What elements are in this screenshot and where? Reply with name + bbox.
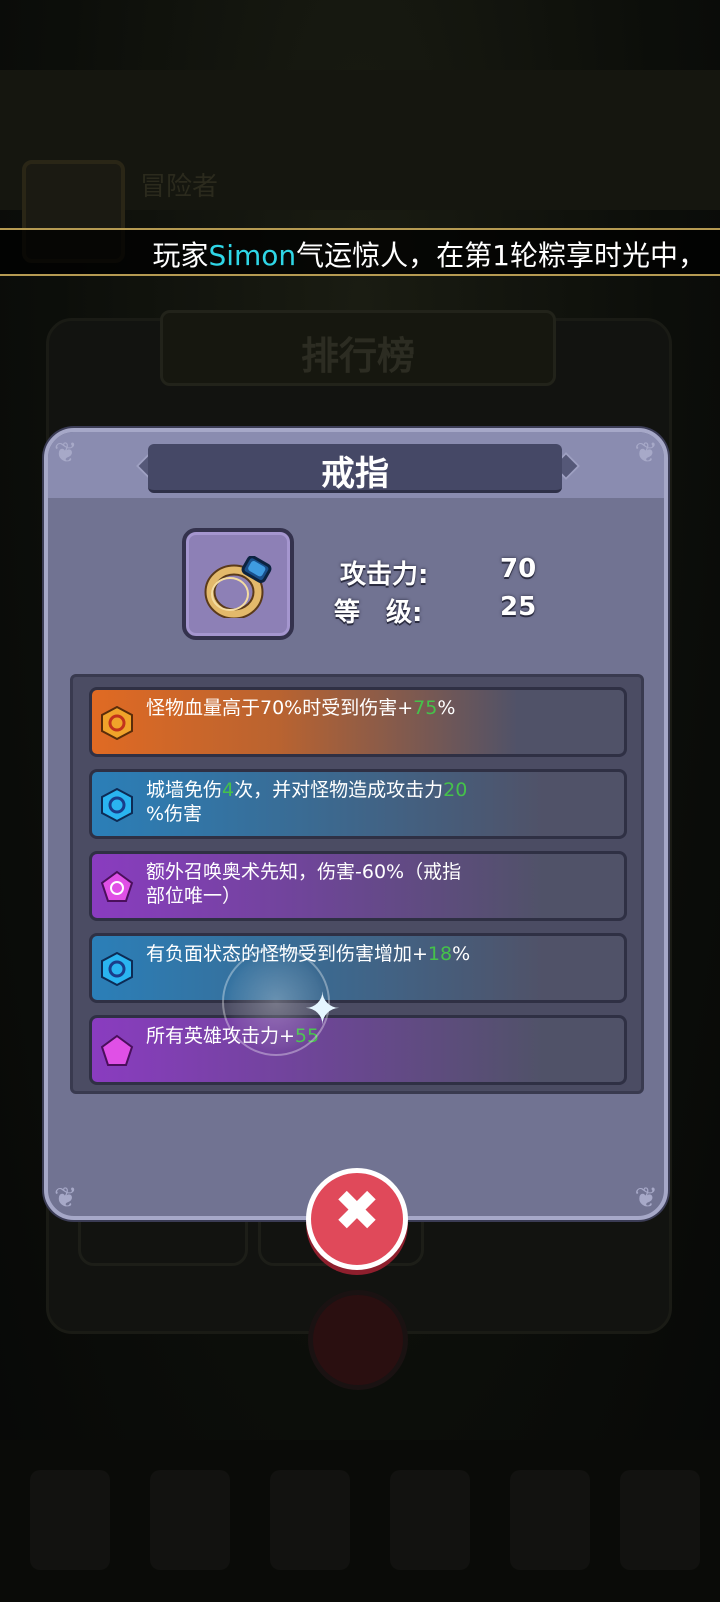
blue-hexagon-gem-icon — [101, 788, 133, 822]
background-tab — [270, 1470, 350, 1570]
modal-title-bar: 戒指 — [148, 444, 562, 494]
announcement-player-name: Simon — [208, 239, 297, 272]
stat-attack-label: 攻击力: — [340, 560, 429, 590]
background-rank-title-text: 排行榜 — [300, 334, 415, 378]
affix-text: 怪物血量高于70%时受到伤害+75% — [146, 697, 456, 719]
purple-pentagon-gem-icon — [100, 1034, 134, 1066]
affix-row: 怪物血量高于70%时受到伤害+75% — [89, 687, 627, 757]
announcement-text: 玩家Simon气运惊人，在第1轮粽享时光中， — [152, 234, 706, 274]
item-icon-frame — [182, 528, 294, 640]
background-tab — [30, 1470, 110, 1570]
background-bottom-nav — [0, 1440, 720, 1602]
affix-text: 有负面状态的怪物受到伤害增加+18% — [146, 943, 471, 965]
affix-row: 有负面状态的怪物受到伤害增加+18% — [89, 933, 627, 1003]
announcement-marquee: 玩家Simon气运惊人，在第1轮粽享时光中， — [0, 228, 720, 276]
affix-row: 所有英雄攻击力+55 — [89, 1015, 627, 1085]
affix-text: 额外召唤奥术先知，伤害-60%（戒指部位唯一） — [146, 861, 462, 907]
sparkle-star-icon: ✦ — [304, 984, 341, 1035]
corner-ornament-icon: ❦ — [54, 436, 78, 469]
affix-row: 额外召唤奥术先知，伤害-60%（戒指部位唯一） — [89, 851, 627, 921]
background-tab — [390, 1470, 470, 1570]
modal-header: ❦ ❦ 戒指 — [48, 432, 664, 498]
background-tab — [150, 1470, 230, 1570]
affix-text: 城墙免伤4次，并对怪物造成攻击力20 %伤害 — [146, 779, 468, 825]
stat-level-value: 25 — [500, 592, 537, 622]
blue-hexagon-gem-icon — [101, 952, 133, 986]
background-rank-title: 排行榜 — [160, 310, 556, 386]
corner-ornament-icon: ❦ — [634, 436, 658, 469]
announcement-suffix: 气运惊人，在第1轮粽享时光中， — [296, 239, 706, 272]
affix-row: 城墙免伤4次，并对怪物造成攻击力20 %伤害 — [89, 769, 627, 839]
background-close-button — [308, 1290, 408, 1390]
affix-list: 怪物血量高于70%时受到伤害+75% 城墙免伤4次，并对怪物造成攻击力20 %伤害… — [70, 674, 644, 1094]
background-tab — [510, 1470, 590, 1570]
announcement-prefix: 玩家 — [152, 239, 209, 272]
modal-title: 戒指 — [321, 454, 389, 494]
background-top-bar: 冒险者 — [0, 70, 720, 263]
corner-ornament-icon: ❦ — [54, 1181, 78, 1214]
background-player-label: 冒险者 — [140, 172, 219, 202]
ring-icon — [204, 556, 272, 618]
stat-level-label: 等 级: — [334, 598, 423, 628]
purple-pentagon-gem-icon — [100, 870, 134, 902]
stat-attack-value: 70 — [500, 554, 537, 584]
corner-ornament-icon: ❦ — [634, 1181, 658, 1214]
close-icon: ✖ — [333, 1179, 381, 1244]
orange-hexagon-gem-icon — [101, 706, 133, 740]
background-tab — [620, 1470, 700, 1570]
close-button[interactable]: ✖ — [306, 1168, 408, 1270]
item-detail-modal: ❦ ❦ 戒指 攻击力: 70 等 级: 25 怪物血量高于70%时受到伤害+75… — [44, 428, 668, 1220]
